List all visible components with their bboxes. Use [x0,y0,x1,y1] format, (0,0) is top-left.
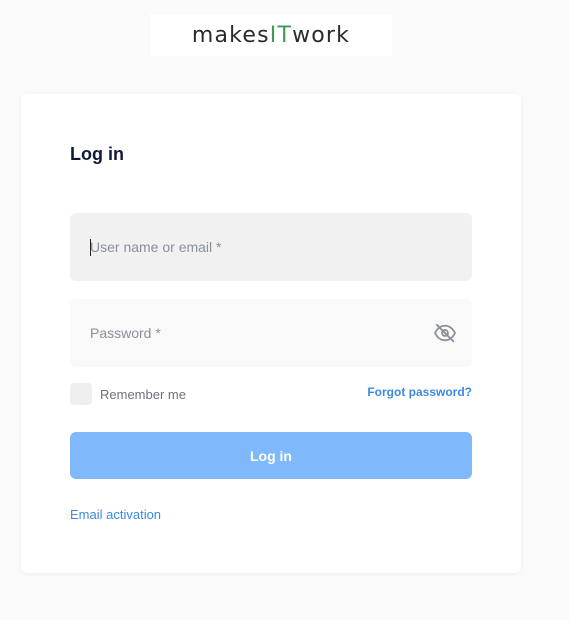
login-page: makesITwork Log in Remember me Forgot pa… [0,0,569,620]
username-input[interactable] [70,213,472,281]
remember-me-checkbox[interactable]: Remember me [70,383,186,405]
password-field[interactable] [70,299,472,367]
text-caret [90,239,91,256]
eye-slash-icon[interactable] [434,323,456,343]
username-field[interactable] [70,213,472,281]
login-title: Log in [70,144,124,164]
checkbox-box[interactable] [70,383,92,405]
logo-text-it: IT [269,22,293,48]
makesitwork-logo: makes IT work [150,14,392,56]
password-input[interactable] [70,299,472,367]
forgot-password-link[interactable]: Forgot password? [367,385,472,399]
logo-text-makes: makes [191,22,270,48]
login-button[interactable]: Log in [70,432,472,479]
remember-me-label: Remember me [100,386,186,402]
email-activation-link[interactable]: Email activation [70,507,161,522]
logo-text-work: work [292,22,351,48]
login-card: Log in Remember me Forgot password? Log … [21,94,521,573]
